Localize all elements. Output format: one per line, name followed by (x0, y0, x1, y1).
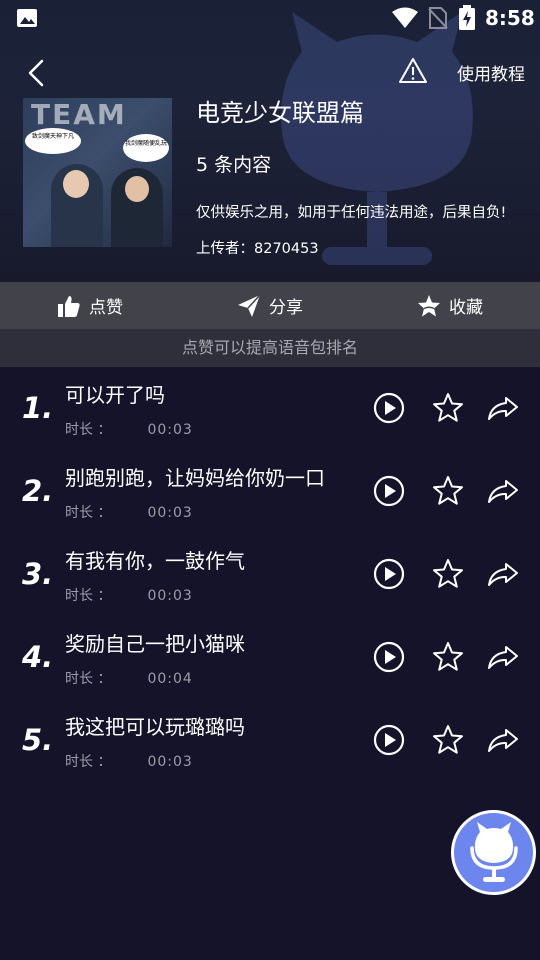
share-label: 分享 (269, 298, 303, 318)
share-arrow-icon[interactable] (486, 391, 520, 425)
status-time: 8:58 (485, 6, 535, 30)
item-duration: 时长 ： 00:04 (65, 668, 193, 688)
item-index: 2. (22, 474, 54, 508)
item-name[interactable]: 别跑别跑，让妈妈给你奶一口 (65, 462, 325, 491)
gallery-icon (17, 9, 37, 27)
voice-list: 1. 可以开了吗 时长 ： 00:03 2. 别跑别跑，让妈妈给你奶一口 时长 ：… (0, 367, 540, 782)
star-filled-icon (418, 294, 440, 316)
item-duration: 时长 ： 00:03 (65, 751, 193, 771)
duration-label: 时长 ： (65, 588, 112, 604)
cover-face-left (63, 170, 89, 198)
item-duration: 时长 ： 00:03 (65, 502, 193, 522)
play-icon[interactable] (372, 557, 406, 591)
tutorial-link[interactable]: 使用教程 (457, 60, 525, 85)
item-name[interactable]: 有我有你，一鼓作气 (65, 545, 245, 574)
play-icon[interactable] (372, 474, 406, 508)
share-arrow-icon[interactable] (486, 474, 520, 508)
item-name[interactable]: 奖励自己一把小猫咪 (65, 628, 245, 657)
action-bar: 点赞 分享 收藏 (0, 282, 540, 329)
duration-label: 时长 ： (65, 671, 112, 687)
cover-speech-bubble-right: 我剑魔随便乱玩 (123, 134, 169, 162)
play-icon[interactable] (372, 391, 406, 425)
share-arrow-icon[interactable] (486, 640, 520, 674)
battery-charging-icon (459, 5, 475, 30)
collect-button[interactable]: 收藏 (360, 282, 540, 329)
duration-value: 00:04 (147, 671, 193, 687)
pack-cover-image: TEAM 致剑魔天神下凡 我剑魔随便乱玩 (23, 98, 172, 247)
duration-value: 00:03 (147, 422, 193, 438)
microphone-mascot-icon (469, 821, 518, 882)
list-item: 3. 有我有你，一鼓作气 时长 ： 00:03 (0, 533, 540, 616)
share-pack-button[interactable]: 分享 (180, 282, 360, 329)
list-item: 4. 奖励自己一把小猫咪 时长 ： 00:04 (0, 616, 540, 699)
duration-label: 时长 ： (65, 754, 112, 770)
star-outline-icon[interactable] (431, 557, 465, 591)
item-index: 5. (22, 723, 54, 757)
pack-uploader: 上传者：8270453 (196, 241, 319, 257)
item-name[interactable]: 我这把可以玩璐璐吗 (65, 711, 245, 740)
duration-label: 时长 ： (65, 422, 112, 438)
share-arrow-icon[interactable] (486, 723, 520, 757)
pack-item-count: 5 条内容 (196, 154, 272, 176)
collect-label: 收藏 (449, 298, 483, 318)
item-name[interactable]: 可以开了吗 (65, 379, 165, 408)
item-index: 3. (22, 557, 54, 591)
list-item: 1. 可以开了吗 时长 ： 00:03 (0, 367, 540, 450)
thumbs-up-icon (58, 295, 80, 317)
star-outline-icon[interactable] (431, 723, 465, 757)
like-button[interactable]: 点赞 (0, 282, 180, 329)
cover-speech-bubble-left: 致剑魔天神下凡 (25, 128, 81, 154)
duration-value: 00:03 (147, 588, 193, 604)
star-outline-icon[interactable] (431, 474, 465, 508)
duration-value: 00:03 (147, 754, 193, 770)
record-voice-button[interactable] (451, 810, 536, 895)
star-outline-icon[interactable] (431, 391, 465, 425)
list-item: 5. 我这把可以玩璐璐吗 时长 ： 00:03 (0, 699, 540, 782)
share-arrow-icon[interactable] (486, 557, 520, 591)
like-label: 点赞 (89, 298, 123, 318)
item-index: 4. (22, 640, 54, 674)
status-bar: 8:58 (0, 0, 540, 36)
play-icon[interactable] (372, 640, 406, 674)
star-outline-icon[interactable] (431, 640, 465, 674)
duration-label: 时长 ： (65, 505, 112, 521)
item-duration: 时长 ： 00:03 (65, 419, 193, 439)
cover-bg-text: TEAM (31, 98, 127, 131)
duration-value: 00:03 (147, 505, 193, 521)
cover-face-right (125, 176, 149, 202)
warning-triangle-icon[interactable] (398, 56, 428, 86)
pack-disclaimer: 仅供娱乐之用，如用于任何违法用途，后果自负! (196, 205, 507, 221)
no-sim-icon (428, 7, 448, 29)
back-chevron-icon[interactable] (24, 58, 52, 88)
list-item: 2. 别跑别跑，让妈妈给你奶一口 时长 ： 00:03 (0, 450, 540, 533)
wifi-icon (392, 7, 418, 28)
like-hint: 点赞可以提高语音包排名 (0, 329, 540, 367)
item-index: 1. (22, 391, 54, 425)
pack-title: 电竞少女联盟篇 (196, 99, 364, 127)
item-duration: 时长 ： 00:03 (65, 585, 193, 605)
play-icon[interactable] (372, 723, 406, 757)
paper-plane-icon (238, 293, 261, 317)
